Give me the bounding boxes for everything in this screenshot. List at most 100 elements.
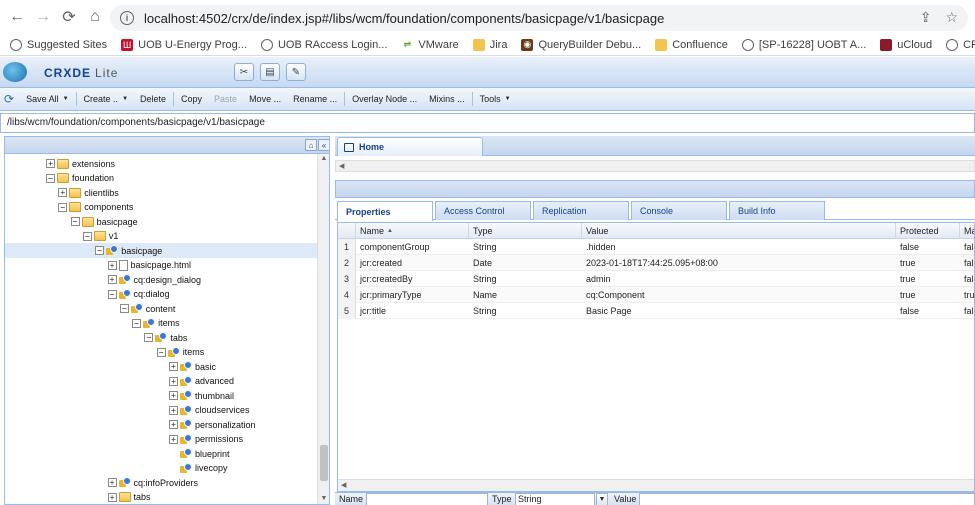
expand-icon[interactable]: + [169,391,178,400]
table-row[interactable]: 3 jcr:createdBy String admin true fals [338,271,974,287]
column-header-type[interactable]: Type [469,223,582,239]
property-name-input[interactable] [366,493,488,505]
tree-node[interactable]: − components [5,200,317,215]
collapse-icon[interactable]: − [132,318,142,328]
tree-node[interactable]: + permissions [5,432,317,447]
tree-node[interactable]: livecopy [5,461,317,476]
delete-button[interactable]: Delete [134,88,172,110]
collapse-icon[interactable]: − [156,347,166,357]
expand-icon[interactable]: + [107,275,117,284]
move-button[interactable]: Move ... [243,88,287,110]
tools-menu-button[interactable]: Tools ▼ [474,88,517,110]
collapse-icon[interactable]: − [119,304,129,313]
expand-icon[interactable]: + [169,434,178,444]
collapse-icon[interactable]: − [107,289,117,299]
tree-node[interactable]: − basicpage [5,243,317,258]
bookmark-crxde-lite[interactable]: CRXDE Lite [946,38,975,51]
tree-node[interactable]: + thumbnail [5,388,317,403]
bookmark-star-icon[interactable]: ☆ [945,9,958,26]
save-all-button[interactable]: Save All ▼ [20,88,74,110]
back-icon[interactable]: ← [4,4,30,30]
table-row[interactable]: 1 componentGroup String .hidden false fals [338,239,974,255]
package-icon[interactable]: ▤ [260,63,280,81]
tree-node[interactable]: − items [5,345,317,360]
tree-node[interactable]: − basicpage [5,214,317,229]
bookmark-uob-raccess[interactable]: UOB RAccess Login... [260,38,387,51]
rename-button[interactable]: Rename ... [287,88,343,110]
tree-node[interactable]: + advanced [5,374,317,389]
collapse-icon[interactable]: − [144,333,154,342]
bookmark-jira[interactable]: Jira [472,38,507,51]
expand-icon[interactable]: + [169,376,178,386]
tree-node[interactable]: + cq:infoProviders [5,475,317,490]
collapse-icon[interactable]: − [95,246,105,255]
bookmark-querybuilder[interactable]: ◉ QueryBuilder Debu... [521,38,641,51]
tab-console[interactable]: Console [631,201,727,220]
bookmark-vmware[interactable]: ⇌ VMware [401,39,459,51]
property-value-input[interactable] [639,493,975,505]
tab-replication[interactable]: Replication [533,201,629,220]
tree-node[interactable]: blueprint [5,446,317,461]
tree-node[interactable]: + tabs [5,490,317,505]
tree-node[interactable]: − items [5,316,317,331]
tree-node[interactable]: + personalization [5,417,317,432]
paste-button[interactable]: Paste [208,88,243,110]
tree-node[interactable]: − foundation [5,171,317,186]
tree-node[interactable]: + basic [5,359,317,374]
scroll-down-icon[interactable]: ▼ [318,495,329,504]
bookmark-suggested-sites[interactable]: Suggested Sites [10,38,107,51]
wrench-icon[interactable]: ✎ [286,63,306,81]
expand-icon[interactable]: + [107,492,117,502]
table-row[interactable]: 2 jcr:created Date 2023-01-18T17:44:25.095+… [338,255,974,271]
tree-node[interactable]: − content [5,301,317,316]
tree-home-icon[interactable]: ⌂ [305,139,317,151]
tree-node[interactable]: − cq:dialog [5,287,317,302]
chevron-down-icon[interactable]: ▼ [596,493,608,505]
column-header-protected[interactable]: Protected [896,223,960,239]
home-icon[interactable]: ⌂ [82,4,108,30]
address-bar[interactable]: i localhost:4502/crx/de/index.jsp#/libs/… [110,5,968,31]
site-info-icon[interactable]: i [120,11,134,25]
bookmark-confluence[interactable]: Confluence [655,38,728,51]
column-header-value[interactable]: Value [582,223,896,239]
scroll-up-icon[interactable]: ▲ [318,155,329,165]
tree-node[interactable]: + cloudservices [5,403,317,418]
expand-icon[interactable]: + [107,478,117,487]
expand-icon[interactable]: + [169,405,178,415]
reload-icon[interactable]: ⟳ [56,4,82,30]
mixins-button[interactable]: Mixins ... [423,88,471,110]
collapse-icon[interactable]: − [70,217,80,226]
forward-icon[interactable]: → [30,4,56,30]
tab-access-control[interactable]: Access Control [435,201,531,220]
tree-node[interactable]: − v1 [5,229,317,244]
expand-icon[interactable]: + [58,188,68,197]
expand-icon[interactable]: + [169,420,178,429]
tab-build-info[interactable]: Build Info [729,201,825,220]
tree-node[interactable]: + clientlibs [5,185,317,200]
expand-icon[interactable]: + [169,362,178,371]
bookmark-sp-16228[interactable]: [SP-16228] UOBT A... [741,38,866,51]
scroll-left-icon[interactable]: ◀ [339,162,344,170]
tab-home[interactable]: Home [337,137,483,156]
create-button[interactable]: Create .. ▼ [78,88,134,110]
property-type-select[interactable]: String [515,493,595,505]
table-row[interactable]: 5 jcr:title String Basic Page false fals [338,303,974,319]
tree-node[interactable]: + extensions [5,156,317,171]
tree-node[interactable]: + cq:design_dialog [5,272,317,287]
overlay-node-button[interactable]: Overlay Node ... [346,88,423,110]
expand-icon[interactable]: + [107,260,117,270]
tree-scrollbar[interactable]: ▲ ▼ [317,154,329,504]
share-icon[interactable]: ⇪ [920,9,932,26]
path-input[interactable]: /libs/wcm/foundation/components/basicpag… [0,113,975,133]
collapse-icon[interactable]: − [58,202,68,212]
tools-icon[interactable]: ✂ [234,63,254,81]
column-header-mandatory[interactable]: Ma [960,223,974,239]
collapse-panel-icon[interactable]: « [318,139,329,151]
table-row[interactable]: 4 jcr:primaryType Name cq:Component true true [338,287,974,303]
refresh-icon[interactable]: ⟳ [4,92,14,106]
scroll-left-icon[interactable]: ◀ [341,481,346,489]
grid-horizontal-scrollbar[interactable]: ◀ [338,479,974,491]
bookmark-uob-uenergy[interactable]: Ш UOB U-Energy Prog... [121,38,247,51]
collapse-icon[interactable]: − [46,173,55,183]
expand-icon[interactable]: + [46,159,55,168]
